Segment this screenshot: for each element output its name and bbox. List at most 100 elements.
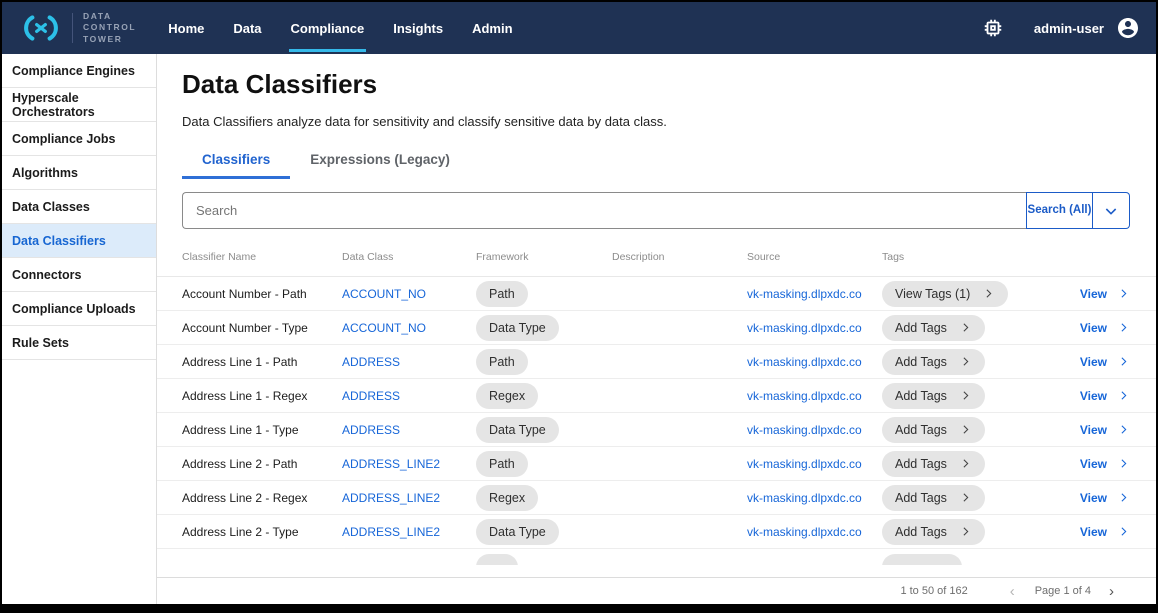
nav-item-insights[interactable]: Insights xyxy=(391,4,445,52)
topbar: DATA CONTROL TOWER Home Data Compliance Ins… xyxy=(2,2,1156,54)
source-link[interactable]: vk-masking.dlpxdc.co xyxy=(747,457,882,471)
search-dropdown-button[interactable] xyxy=(1093,192,1130,229)
view-cell: View xyxy=(1032,285,1130,303)
source-link[interactable]: vk-masking.dlpxdc.co xyxy=(747,287,882,301)
classifier-name: Address Line 1 - Regex xyxy=(182,389,342,403)
avatar[interactable] xyxy=(1116,16,1140,40)
source-link[interactable]: vk-masking.dlpxdc.co xyxy=(747,355,882,369)
source-link[interactable]: vk-masking.dlpxdc.co xyxy=(747,525,882,539)
add-tags-button[interactable]: Add Tags xyxy=(882,519,985,545)
search-input[interactable] xyxy=(182,192,1026,229)
classifiers-table: Classifier NameData ClassFrameworkDescri… xyxy=(157,237,1156,577)
page-label: Page 1 of 4 xyxy=(1035,585,1091,597)
data-class-link[interactable]: ADDRESS_LINE2 xyxy=(342,525,476,539)
tags-label: Add Tags xyxy=(895,389,947,403)
topbar-right: admin-user xyxy=(980,15,1140,41)
data-class-link[interactable]: ADDRESS_LINE2 xyxy=(342,491,476,505)
sidebar-item-compliance-jobs[interactable]: Compliance Jobs xyxy=(2,122,156,156)
sidebar-item-data-classes[interactable]: Data Classes xyxy=(2,190,156,224)
search-all-button[interactable]: Search (All) xyxy=(1026,192,1093,229)
tab-classifiers[interactable]: Classifiers xyxy=(182,144,290,179)
search-bar: Search (All) xyxy=(182,192,1130,229)
column-header: Data Class xyxy=(342,251,476,263)
framework-badge: Path xyxy=(476,451,528,477)
column-header: Description xyxy=(612,251,747,263)
nav-item-compliance[interactable]: Compliance xyxy=(289,4,367,52)
view-link[interactable]: View xyxy=(1080,355,1130,369)
framework-badge: Data Type xyxy=(476,417,559,443)
chevron-right-icon xyxy=(1117,287,1130,300)
framework-cell xyxy=(476,554,612,565)
view-link[interactable]: View xyxy=(1080,389,1130,403)
add-tags-button[interactable]: Add Tags xyxy=(882,451,985,477)
column-header: Tags xyxy=(882,251,1032,263)
data-class-link[interactable]: ADDRESS xyxy=(342,423,476,437)
table-header: Classifier NameData ClassFrameworkDescri… xyxy=(157,237,1156,277)
add-tags-button[interactable]: Add Tags xyxy=(882,417,985,443)
framework-badge: Data Type xyxy=(476,315,559,341)
view-label: View xyxy=(1080,389,1107,403)
framework-cell: Path xyxy=(476,349,612,375)
sidebar-item-connectors[interactable]: Connectors xyxy=(2,258,156,292)
classifier-name: Address Line 1 - Path xyxy=(182,355,342,369)
chevron-right-icon xyxy=(1117,525,1130,538)
username: admin-user xyxy=(1034,21,1104,36)
data-class-link[interactable]: ADDRESS_LINE2 xyxy=(342,457,476,471)
source-link[interactable]: vk-masking.dlpxdc.co xyxy=(747,491,882,505)
data-class-link[interactable]: ACCOUNT_NO xyxy=(342,287,476,301)
nav-item-admin[interactable]: Admin xyxy=(470,4,514,52)
add-tags-button[interactable]: Add Tags xyxy=(882,485,985,511)
framework-cell: Regex xyxy=(476,485,612,511)
data-class-link[interactable]: ACCOUNT_NO xyxy=(342,321,476,335)
sidebar-item-compliance-uploads[interactable]: Compliance Uploads xyxy=(2,292,156,326)
brand-logo[interactable]: DATA CONTROL TOWER xyxy=(18,11,136,44)
tags-label: Add Tags xyxy=(895,321,947,335)
chevron-right-icon xyxy=(1117,355,1130,368)
add-tags-button[interactable]: Add Tags xyxy=(882,315,985,341)
view-cell: View xyxy=(1032,387,1130,405)
brand-line: DATA xyxy=(83,11,136,22)
sidebar-item-algorithms[interactable]: Algorithms xyxy=(2,156,156,190)
sidebar-item-hyperscale-orchestrators[interactable]: Hyperscale Orchestrators xyxy=(2,88,156,122)
range-label: 1 to 50 of 162 xyxy=(900,585,967,597)
classifier-name: Account Number - Path xyxy=(182,287,342,301)
framework-cell: Path xyxy=(476,451,612,477)
framework-badge: Regex xyxy=(476,383,538,409)
main-content: Data Classifiers Data Classifiers analyz… xyxy=(157,54,1156,604)
view-link[interactable]: View xyxy=(1080,423,1130,437)
tab-expressions-legacy-[interactable]: Expressions (Legacy) xyxy=(290,144,470,179)
view-link[interactable]: View xyxy=(1080,321,1130,335)
table-body: Account Number - PathACCOUNT_NOPathvk-ma… xyxy=(157,277,1156,565)
framework-badge xyxy=(476,554,518,565)
chevron-right-icon[interactable]: › xyxy=(1105,584,1118,599)
page-description: Data Classifiers analyze data for sensit… xyxy=(182,114,1156,129)
nav-item-home[interactable]: Home xyxy=(166,4,206,52)
add-tags-button[interactable]: Add Tags xyxy=(882,383,985,409)
data-class-link[interactable]: ADDRESS xyxy=(342,389,476,403)
framework-badge: Data Type xyxy=(476,519,559,545)
add-tags-button[interactable]: Add Tags xyxy=(882,349,985,375)
classifier-name: Address Line 2 - Path xyxy=(182,457,342,471)
dct-logo-icon xyxy=(18,12,64,44)
view-link[interactable]: View xyxy=(1080,457,1130,471)
framework-cell: Data Type xyxy=(476,417,612,443)
source-link[interactable]: vk-masking.dlpxdc.co xyxy=(747,321,882,335)
source-link[interactable]: vk-masking.dlpxdc.co xyxy=(747,389,882,403)
chevron-left-icon[interactable]: ‹ xyxy=(1006,584,1019,599)
view-link[interactable]: View xyxy=(1080,525,1130,539)
view-tags-button[interactable]: View Tags (1) xyxy=(882,281,1008,307)
view-link[interactable]: View xyxy=(1080,287,1130,301)
view-label: View xyxy=(1080,287,1107,301)
api-chip-icon[interactable] xyxy=(980,15,1006,41)
chevron-right-icon xyxy=(1117,423,1130,436)
view-link[interactable]: View xyxy=(1080,491,1130,505)
sidebar-item-compliance-engines[interactable]: Compliance Engines xyxy=(2,54,156,88)
data-class-link[interactable]: ADDRESS xyxy=(342,355,476,369)
chevron-right-icon xyxy=(959,525,972,538)
sidebar-item-data-classifiers[interactable]: Data Classifiers xyxy=(2,224,156,258)
chevron-right-icon xyxy=(959,457,972,470)
source-link[interactable]: vk-masking.dlpxdc.co xyxy=(747,423,882,437)
nav-item-data[interactable]: Data xyxy=(231,4,263,52)
sidebar-item-rule-sets[interactable]: Rule Sets xyxy=(2,326,156,360)
framework-cell: Path xyxy=(476,281,612,307)
